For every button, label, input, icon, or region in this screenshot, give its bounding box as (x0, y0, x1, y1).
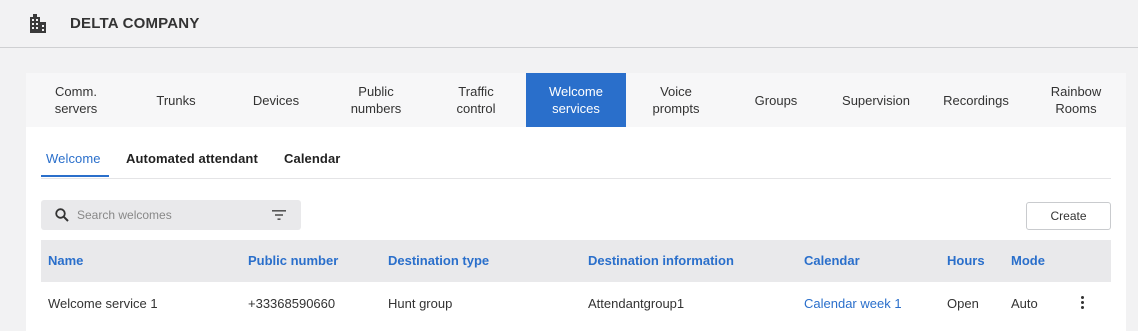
row-menu-icon[interactable] (1077, 294, 1087, 312)
cell-calendar-link[interactable]: Calendar week 1 (804, 296, 902, 311)
tab-rainbow-rooms[interactable]: Rainbow Rooms (1026, 73, 1126, 127)
tab-devices[interactable]: Devices (226, 73, 326, 127)
company-name: DELTA COMPANY (70, 15, 200, 32)
column-header-calendar[interactable]: Calendar (804, 253, 860, 268)
tab-label: Groups (754, 92, 798, 108)
column-header-hours[interactable]: Hours (947, 253, 985, 268)
tab-label: Trunks (156, 92, 196, 108)
tab-label: Traffic control (456, 84, 496, 116)
subtab-divider (41, 178, 1111, 179)
tab-label: Public numbers (350, 84, 402, 116)
subtab-automated-attendant[interactable]: Automated attendant (126, 151, 258, 166)
tab-label: Voice prompts (652, 84, 700, 116)
tab-label: Devices (252, 92, 300, 108)
cell-destination-information: Attendantgroup1 (588, 296, 685, 311)
column-header-destination-type[interactable]: Destination type (388, 253, 489, 268)
table-header: Name Public number Destination type Dest… (41, 240, 1111, 282)
tab-label: Supervision (842, 92, 910, 108)
table-row[interactable]: Welcome service 1 +33368590660 Hunt grou… (41, 282, 1111, 326)
tab-voice-prompts[interactable]: Voice prompts (626, 73, 726, 127)
tab-welcome-services[interactable]: Welcome services (526, 73, 626, 127)
tab-traffic-control[interactable]: Traffic control (426, 73, 526, 127)
tab-public-numbers[interactable]: Public numbers (326, 73, 426, 127)
cell-hours: Open (947, 296, 979, 311)
filter-icon[interactable] (272, 209, 286, 221)
cell-public-number: +33368590660 (248, 296, 336, 311)
search-input[interactable] (77, 200, 263, 230)
tab-label: Welcome services (549, 84, 603, 116)
cell-destination-type: Hunt group (388, 296, 453, 311)
tab-comm-servers[interactable]: Comm. servers (26, 73, 126, 127)
tab-label: Recordings (943, 92, 1009, 108)
subtab-calendar[interactable]: Calendar (284, 151, 340, 166)
tab-label: Comm. servers (54, 84, 98, 116)
cell-name: Welcome service 1 (48, 296, 158, 311)
tab-groups[interactable]: Groups (726, 73, 826, 127)
column-header-public-number[interactable]: Public number (248, 253, 338, 268)
main-nav-tabs: Comm. servers Trunks Devices Public number… (26, 73, 1126, 127)
search-box (41, 200, 301, 230)
tab-label: Rainbow Rooms (1050, 84, 1102, 116)
top-bar: DELTA COMPANY (0, 0, 1138, 48)
tab-supervision[interactable]: Supervision (826, 73, 926, 127)
tab-trunks[interactable]: Trunks (126, 73, 226, 127)
column-header-destination-information[interactable]: Destination information (588, 253, 734, 268)
column-header-mode[interactable]: Mode (1011, 253, 1045, 268)
search-icon (55, 208, 69, 222)
building-icon (30, 14, 46, 33)
create-button[interactable]: Create (1026, 202, 1111, 230)
cell-mode: Auto (1011, 296, 1038, 311)
column-header-name[interactable]: Name (48, 253, 83, 268)
tab-recordings[interactable]: Recordings (926, 73, 1026, 127)
active-subtab-indicator (41, 175, 109, 177)
content-panel: Welcome Automated attendant Calendar Cre… (26, 127, 1126, 331)
subtab-welcome[interactable]: Welcome (46, 151, 101, 166)
